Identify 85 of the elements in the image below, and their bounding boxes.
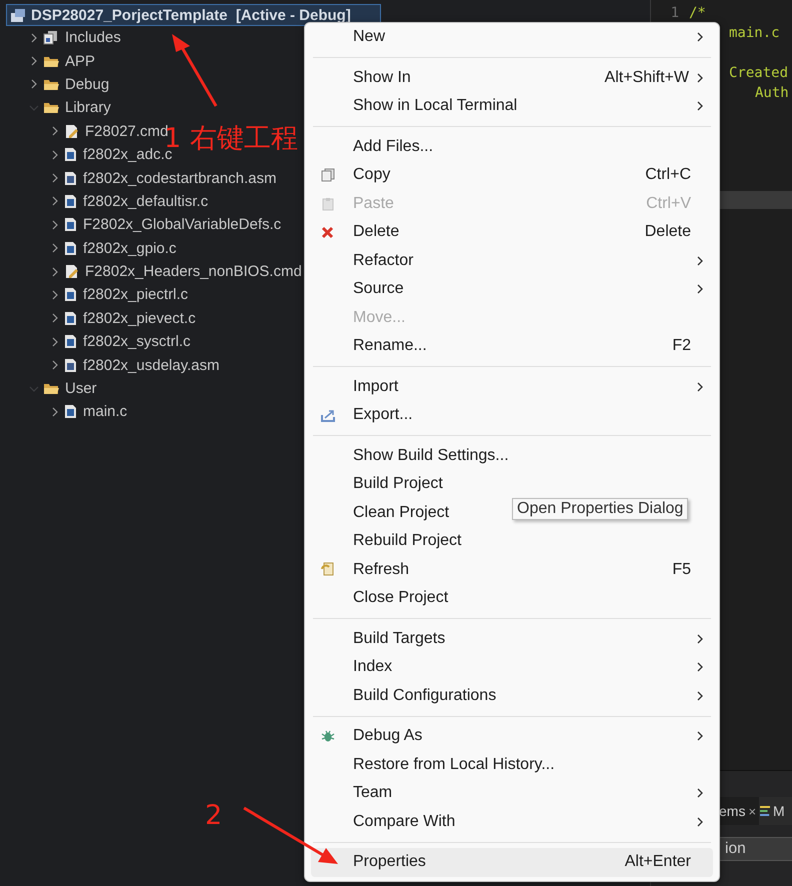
menu-item[interactable]: Import xyxy=(353,378,695,396)
c-file-icon xyxy=(64,240,77,256)
delete-icon xyxy=(321,226,334,239)
menu-item[interactable]: Show in Local Terminal xyxy=(353,97,695,116)
shortcut-label: Delete xyxy=(644,223,691,242)
tooltip: Open Properties Dialog xyxy=(512,498,688,520)
asm-file-icon xyxy=(64,170,77,186)
tree-item[interactable]: Includes xyxy=(65,29,121,46)
menu-item[interactable]: Delete xyxy=(353,223,645,242)
tree-item[interactable]: f2802x_adc.c xyxy=(83,146,172,164)
panel-tab[interactable]: M xyxy=(759,797,788,825)
code-line: main.c xyxy=(729,25,780,41)
menu-item[interactable]: Refactor xyxy=(353,252,695,270)
menu-item[interactable]: Refresh xyxy=(353,560,672,579)
tree-item[interactable]: F2802x_GlobalVariableDefs.c xyxy=(83,216,282,234)
outline-icon xyxy=(760,805,770,817)
menu-item[interactable]: Build Configurations xyxy=(353,686,695,705)
tree-item[interactable]: main.c xyxy=(83,403,128,420)
library-icon xyxy=(43,30,59,46)
c-file-icon xyxy=(64,310,77,326)
menu-item[interactable]: Source xyxy=(353,280,695,298)
menu-item[interactable]: Index xyxy=(353,658,695,676)
menu-item[interactable]: Show In xyxy=(353,68,605,87)
menu-item[interactable]: Build Targets xyxy=(353,630,695,648)
menu-item[interactable]: Restore from Local History... xyxy=(353,756,713,774)
c-file-icon xyxy=(64,147,77,162)
menu-item[interactable]: Close Project xyxy=(353,589,713,608)
folder-icon xyxy=(43,382,59,396)
code-line: Auth xyxy=(755,85,789,101)
annotation-text: 2 xyxy=(205,802,222,829)
tree-item[interactable]: f2802x_usdelay.asm xyxy=(83,356,220,374)
menu-item[interactable]: Add Files... xyxy=(353,138,713,156)
tree-item[interactable]: User xyxy=(65,380,97,398)
tree-item[interactable]: Debug xyxy=(65,76,110,93)
shortcut-label: F5 xyxy=(672,560,691,579)
file-icon xyxy=(64,124,79,139)
shortcut-label: Ctrl+V xyxy=(646,194,691,213)
line-number: 1 xyxy=(670,5,679,21)
project-row[interactable]: DSP28027_PorjectTemplate [Active - Debug] xyxy=(6,4,381,26)
menu-item[interactable]: Export... xyxy=(353,406,713,424)
close-icon[interactable]: × xyxy=(748,804,756,818)
c-file-icon xyxy=(64,334,77,350)
code-line: /* xyxy=(689,5,706,21)
tab-label: M xyxy=(773,803,785,819)
code-line: Created xyxy=(729,65,788,81)
copy-icon xyxy=(321,168,335,182)
tree-item[interactable]: Library xyxy=(65,99,111,116)
shortcut-label: F2 xyxy=(672,337,691,356)
menu-item[interactable]: Rebuild Project xyxy=(353,532,713,550)
refresh-icon xyxy=(321,562,335,578)
folder-icon xyxy=(43,78,59,91)
tree-item[interactable]: f2802x_pievect.c xyxy=(83,310,196,327)
bug-icon xyxy=(321,729,335,744)
tree-item[interactable]: f2802x_codestartbranch.asm xyxy=(83,170,276,187)
tree-item[interactable]: f2802x_piectrl.c xyxy=(83,286,188,304)
c-file-icon xyxy=(64,217,77,232)
asm-file-icon xyxy=(64,358,77,373)
menu-item[interactable]: Debug As xyxy=(353,727,695,746)
folder-icon xyxy=(43,54,59,68)
menu-item[interactable]: Compare With xyxy=(353,812,695,831)
c-file-icon xyxy=(64,404,77,420)
menu-item[interactable]: Rename... xyxy=(353,337,672,356)
c-file-icon xyxy=(64,194,77,209)
project-icon xyxy=(10,8,26,22)
tree-item[interactable]: APP xyxy=(65,52,96,70)
clipboard-icon xyxy=(321,196,335,211)
menu-item[interactable]: New xyxy=(353,28,695,46)
c-file-icon xyxy=(64,287,77,302)
tree-item[interactable]: f2802x_defaultisr.c xyxy=(83,192,208,210)
tree-item[interactable]: f2802x_sysctrl.c xyxy=(83,333,191,350)
tab-label: ems xyxy=(719,803,746,819)
shortcut-label: Ctrl+C xyxy=(645,166,691,184)
menu-item[interactable]: Team xyxy=(353,784,695,802)
menu-item[interactable]: Properties Alt+Enter xyxy=(311,848,713,876)
project-name: DSP28027_PorjectTemplate [Active - Debug] xyxy=(31,6,351,24)
menu-item[interactable]: Build Project xyxy=(353,475,713,494)
folder-icon xyxy=(43,101,59,114)
menu-item[interactable]: Show Build Settings... xyxy=(353,446,713,465)
shortcut-label: Alt+Shift+W xyxy=(604,68,689,87)
panel-tab[interactable]: ems × xyxy=(718,797,760,825)
export-icon xyxy=(321,408,336,422)
menu-item[interactable]: Copy xyxy=(353,166,646,184)
file-icon xyxy=(64,264,79,280)
tree-item[interactable]: F2802x_Headers_nonBIOS.cmd xyxy=(85,263,302,280)
tree-item[interactable]: f2802x_gpio.c xyxy=(83,240,176,257)
